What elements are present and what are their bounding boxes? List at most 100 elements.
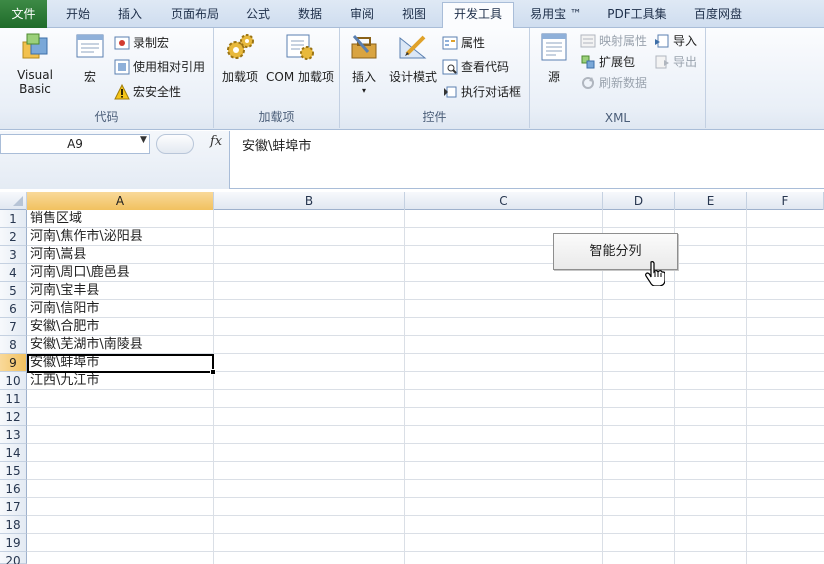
tab-page-layout[interactable]: 页面布局 (160, 3, 230, 28)
record-macro-button[interactable]: 录制宏 (114, 33, 169, 53)
xml-export-button[interactable]: 导出 (654, 52, 697, 72)
row-header[interactable]: 15 (0, 462, 27, 480)
macros-button[interactable]: 宏 (74, 32, 106, 85)
worksheet-grid[interactable]: A B C D E F 1 2 3 4 5 6 7 8 9 10 11 12 1… (0, 192, 824, 564)
row-header[interactable]: 12 (0, 408, 27, 426)
column-header-c[interactable]: C (405, 192, 603, 210)
group-addins: 加载项 COM 加载项 加载项 (214, 28, 340, 128)
column-header-b[interactable]: B (214, 192, 405, 210)
tab-developer[interactable]: 开发工具 (442, 2, 514, 28)
name-box[interactable]: A9 (0, 134, 150, 154)
expansion-packs-button[interactable]: 扩展包 (580, 52, 635, 72)
row-header[interactable]: 6 (0, 300, 27, 318)
group-code: Visual Basic 宏 录制宏 使用相对引用 宏安全性 代码 (0, 28, 214, 128)
visual-basic-button[interactable]: Visual Basic (0, 32, 70, 96)
ribbon: Visual Basic 宏 录制宏 使用相对引用 宏安全性 代码 加载项 CO… (0, 28, 824, 130)
gears-icon (224, 32, 256, 62)
cell-a10[interactable]: 江西\九江市 (27, 372, 99, 390)
row-header[interactable]: 8 (0, 336, 27, 354)
row-header[interactable]: 3 (0, 246, 27, 264)
row-header[interactable]: 11 (0, 390, 27, 408)
row-header[interactable]: 10 (0, 372, 27, 390)
group-xml-label: XML (604, 111, 631, 125)
formula-input[interactable]: 安徽\蚌埠市 (242, 135, 311, 154)
row-header[interactable]: 20 (0, 552, 27, 564)
cell-a1[interactable]: 销售区域 (27, 210, 82, 228)
hand-pointer-icon (645, 260, 666, 287)
tab-data[interactable]: 数据 (288, 3, 332, 28)
row-header[interactable]: 1 (0, 210, 27, 228)
cell-a3[interactable]: 河南\嵩县 (27, 246, 86, 264)
xml-source-icon (538, 32, 570, 62)
row-header[interactable]: 7 (0, 318, 27, 336)
tab-review[interactable]: 审阅 (340, 3, 384, 28)
cell-a8[interactable]: 安徽\芜湖市\南陵县 (27, 336, 143, 354)
properties-button[interactable]: 属性 (442, 33, 485, 53)
row-header-selected[interactable]: 9 (0, 354, 27, 372)
xml-source-button[interactable]: 源 (536, 32, 572, 85)
insert-control-button[interactable]: 插入 ▾ (346, 32, 382, 95)
column-header-a[interactable]: A (27, 192, 214, 210)
map-properties-button[interactable]: 映射属性 (580, 31, 647, 51)
view-code-icon (442, 59, 458, 75)
chevron-down-icon: ▾ (361, 86, 366, 95)
run-dialog-icon (442, 84, 458, 100)
xml-import-button[interactable]: 导入 (654, 31, 697, 51)
formula-bar: A9 ▼ fx 安徽\蚌埠市 (0, 131, 824, 189)
row-header[interactable]: 18 (0, 516, 27, 534)
column-header-f[interactable]: F (747, 192, 824, 210)
column-headers: A B C D E F (0, 192, 824, 210)
tab-view[interactable]: 视图 (392, 3, 436, 28)
formula-cancel-button[interactable] (156, 134, 194, 154)
cell-a7[interactable]: 安徽\合肥市 (27, 318, 99, 336)
cell-a5[interactable]: 河南\宝丰县 (27, 282, 99, 300)
select-all-corner[interactable] (0, 192, 27, 210)
map-properties-icon (580, 33, 596, 49)
design-mode-button[interactable]: 设计模式 (388, 32, 438, 85)
row-header[interactable]: 2 (0, 228, 27, 246)
refresh-icon (580, 75, 596, 91)
warning-icon (114, 83, 130, 100)
tab-easy-tools[interactable]: 易用宝 ™ (522, 3, 590, 28)
tab-insert[interactable]: 插入 (106, 3, 154, 28)
column-header-d[interactable]: D (603, 192, 675, 210)
chevron-down-icon[interactable]: ▼ (140, 135, 147, 145)
addins-button[interactable]: 加载项 (218, 32, 262, 85)
properties-icon (442, 35, 458, 51)
cell-a2[interactable]: 河南\焦作市\泌阳县 (27, 228, 143, 246)
row-header[interactable]: 19 (0, 534, 27, 552)
tab-pdf-tools[interactable]: PDF工具集 (598, 3, 676, 28)
tab-formulas[interactable]: 公式 (236, 3, 280, 28)
expansion-packs-icon (580, 54, 596, 70)
row-header[interactable]: 14 (0, 444, 27, 462)
insert-function-icon[interactable]: fx (210, 134, 222, 149)
relative-reference-button[interactable]: 使用相对引用 (114, 57, 205, 77)
cell-a4[interactable]: 河南\周口\鹿邑县 (27, 264, 130, 282)
com-addins-button[interactable]: COM 加载项 (264, 32, 336, 85)
row-header[interactable]: 16 (0, 480, 27, 498)
relative-reference-icon (114, 59, 130, 75)
toolbox-icon (348, 32, 380, 62)
tab-file[interactable]: 文件 (0, 0, 47, 28)
column-header-e[interactable]: E (675, 192, 747, 210)
run-dialog-button[interactable]: 执行对话框 (442, 82, 521, 102)
row-header[interactable]: 4 (0, 264, 27, 282)
row-header[interactable]: 13 (0, 426, 27, 444)
group-addins-label: 加载项 (258, 110, 295, 124)
gridline (746, 210, 747, 564)
row-header[interactable]: 17 (0, 498, 27, 516)
macro-security-button[interactable]: 宏安全性 (114, 82, 181, 102)
record-macro-icon (114, 35, 130, 51)
row-header[interactable]: 5 (0, 282, 27, 300)
tab-home[interactable]: 开始 (54, 3, 102, 28)
visual-basic-icon (19, 32, 51, 62)
view-code-button[interactable]: 查看代码 (442, 57, 509, 77)
export-icon (654, 54, 670, 70)
gridlines (27, 210, 824, 564)
gridline (213, 210, 214, 564)
cell-a6[interactable]: 河南\信阳市 (27, 300, 99, 318)
fill-handle[interactable] (210, 369, 216, 375)
ribbon-tab-bar: 文件 开始 插入 页面布局 公式 数据 审阅 视图 开发工具 易用宝 ™ PDF… (0, 0, 824, 28)
tab-baidu-netdisk[interactable]: 百度网盘 (684, 3, 752, 28)
refresh-data-button[interactable]: 刷新数据 (580, 73, 647, 93)
